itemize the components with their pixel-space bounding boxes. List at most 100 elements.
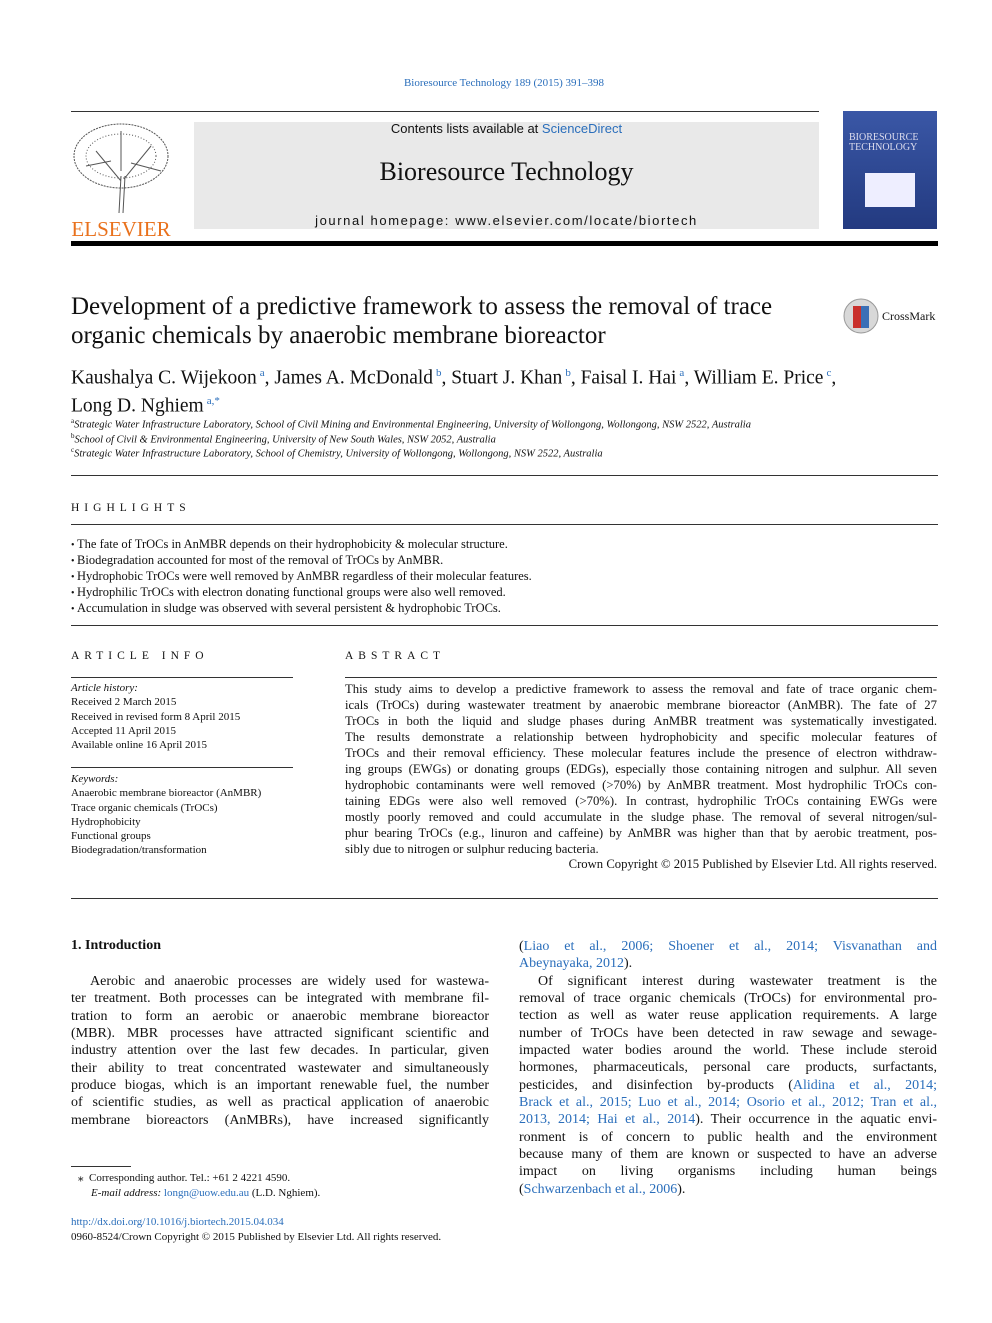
divider xyxy=(71,475,938,476)
abstract-body: This study aims to develop a predictive … xyxy=(345,682,937,873)
abstract-line: sibly due to nitrogen or sulphur reducin… xyxy=(345,841,599,856)
sciencedirect-link[interactable]: ScienceDirect xyxy=(542,121,622,136)
text-span: tection as well as water reuse applicati… xyxy=(519,1008,937,1024)
paragraph-line: pesticides, and disinfection by-products… xyxy=(519,1077,937,1094)
divider xyxy=(71,767,293,768)
text-span: removal of trace organic chemicals (TrOC… xyxy=(519,991,937,1007)
introduction-heading: 1. Introduction xyxy=(71,938,161,953)
keywords-label: Keywords: xyxy=(71,773,119,785)
author-name[interactable]: Kaushalya C. Wijekoon xyxy=(71,368,257,389)
citation-link[interactable]: Alidina et al., 2014; xyxy=(793,1078,937,1093)
history-label: Article history: xyxy=(71,682,138,694)
keyword: Biodegradation/transformation xyxy=(71,844,207,857)
author-affiliation-marker[interactable]: a xyxy=(260,367,265,379)
keywords: Keywords: Anaerobic membrane bioreactor (… xyxy=(71,772,261,858)
keyword: Trace organic chemicals (TrOCs) xyxy=(71,801,218,814)
paragraph-line: impacted water bodies around the world. … xyxy=(519,1042,937,1059)
cover-title: BIORESOURCE TECHNOLOGY xyxy=(849,132,919,153)
paragraph-line: Of significant interest during wastewate… xyxy=(519,973,937,990)
highlight-text: Biodegradation accounted for most of the… xyxy=(77,553,444,567)
divider xyxy=(71,524,938,525)
paragraph-line: ronment is of concern to public health a… xyxy=(519,1129,937,1146)
introduction-left-column: Aerobic and anaerobic processes are wide… xyxy=(71,973,489,1129)
abstract-line: The results demonstrate a relationship b… xyxy=(345,729,937,744)
paragraph-line: (MBR). MBR processes have attracted sign… xyxy=(71,1026,489,1042)
paragraph-line: tection as well as water reuse applicati… xyxy=(519,1007,937,1024)
paragraph-line: (Schwarzenbach et al., 2006). xyxy=(519,1181,937,1198)
issn-copyright: 0960-8524/Crown Copyright © 2015 Publish… xyxy=(71,1231,442,1243)
email-footnote: E-mail address: longn@uow.edu.au (L.D. N… xyxy=(91,1187,320,1199)
abstract-line: icals (TrOCs) during wastewater treatmen… xyxy=(345,697,937,712)
paragraph-line: hormones, pharmaceuticals, personal care… xyxy=(519,1059,937,1076)
citation-link[interactable]: Liao et al., 2006; Shoener et al., 2014;… xyxy=(524,939,937,954)
journal-reference-link[interactable]: Bioresource Technology 189 (2015) 391–39… xyxy=(404,77,604,89)
author-name[interactable]: James A. McDonald xyxy=(274,368,433,389)
author-name[interactable]: William E. Price xyxy=(694,368,824,389)
citation-link[interactable]: Brack et al., 2015; Luo et al., 2014; Os… xyxy=(519,1095,937,1110)
crossmark-button[interactable]: CrossMark xyxy=(843,298,935,334)
text-span: ronment is of concern to public health a… xyxy=(519,1129,937,1145)
highlight-text: The fate of TrOCs in AnMBR depends on th… xyxy=(77,537,508,551)
citation-link[interactable]: 2013, 2014; Hai et al., 2014 xyxy=(519,1112,695,1127)
journal-cover: BIORESOURCE TECHNOLOGY xyxy=(843,111,937,229)
contents-prefix: Contents lists available at xyxy=(390,121,542,136)
paragraph-line: because many of them are known or suspec… xyxy=(519,1146,937,1163)
email-link[interactable]: longn@uow.edu.au xyxy=(164,1187,249,1199)
citation-link[interactable]: Schwarzenbach et al., 2006 xyxy=(524,1182,678,1197)
history-entry: Received in revised form 8 April 2015 xyxy=(71,710,241,723)
introduction-right-column: (Liao et al., 2006; Shoener et al., 2014… xyxy=(519,938,937,1198)
author-name[interactable]: Faisal I. Hai xyxy=(581,368,677,389)
divider xyxy=(345,677,937,678)
divider xyxy=(71,111,819,112)
affiliation-text: School of Civil & Environmental Engineer… xyxy=(74,434,496,445)
highlights-heading: HIGHLIGHTS xyxy=(71,502,191,514)
journal-reference[interactable]: Bioresource Technology 189 (2015) 391–39… xyxy=(0,77,992,89)
author-affiliation-marker[interactable]: c xyxy=(826,367,831,379)
journal-homepage[interactable]: journal homepage: www.elsevier.com/locat… xyxy=(194,213,819,228)
affiliation: aStrategic Water Infrastructure Laborato… xyxy=(71,417,751,431)
highlight-item: • Biodegradation accounted for most of t… xyxy=(71,553,443,568)
email-label: E-mail address: xyxy=(91,1187,164,1199)
corresponding-text: Corresponding author. Tel.: +61 2 4221 4… xyxy=(89,1172,291,1184)
text-span: impacted water bodies around the world. … xyxy=(519,1043,937,1059)
citation-link[interactable]: Abeynayaka, 2012 xyxy=(519,956,624,971)
paragraph-line: membrane bioreactors (AnMBRs), have incr… xyxy=(71,1112,489,1128)
doi[interactable]: http://dx.doi.org/10.1016/j.biortech.201… xyxy=(71,1216,284,1228)
highlight-item: • Accumulation in sludge was observed wi… xyxy=(71,601,501,616)
author-affiliation-marker[interactable]: b xyxy=(565,367,571,379)
abstract-heading: ABSTRACT xyxy=(345,650,446,662)
highlight-item: • The fate of TrOCs in AnMBR depends on … xyxy=(71,537,508,552)
footnote-star: ⁎ xyxy=(78,1172,84,1184)
affiliation-text: Strategic Water Infrastructure Laborator… xyxy=(74,448,603,460)
highlight-text: Accumulation in sludge was observed with… xyxy=(77,601,501,615)
paragraph-line: industry attention over the last few dec… xyxy=(71,1043,489,1059)
author-name[interactable]: Stuart J. Khan xyxy=(451,368,562,389)
paragraph-line: their ability to treat concentrated wast… xyxy=(71,1060,489,1076)
affiliation: cStrategic Water Infrastructure Laborato… xyxy=(71,446,603,460)
elsevier-wordmark: ELSEVIER xyxy=(71,217,171,241)
email-suffix: (L.D. Nghiem). xyxy=(249,1187,321,1199)
author-list: Kaushalya C. Wijekoon a, James A. McDonal… xyxy=(71,367,837,416)
abstract-line: TrOCs in both the liquid and sludge phas… xyxy=(345,713,937,728)
paragraph-line: ter treatment. Both processes can be int… xyxy=(71,991,489,1007)
author-affiliation-marker[interactable]: b xyxy=(436,367,442,379)
doi-link[interactable]: http://dx.doi.org/10.1016/j.biortech.201… xyxy=(71,1216,284,1228)
divider xyxy=(71,898,938,899)
keyword: Hydrophobicity xyxy=(71,815,141,828)
paragraph-line: of scientific studies, as well as practi… xyxy=(71,1095,489,1111)
author-name[interactable]: Long D. Nghiem xyxy=(71,395,204,416)
history-entry: Accepted 11 April 2015 xyxy=(71,724,176,737)
paragraph-line: tration to form an aerobic or anaerobic … xyxy=(71,1008,489,1024)
crossmark-label: CrossMark xyxy=(882,308,936,323)
cover-image xyxy=(865,173,915,207)
abstract-copyright: Crown Copyright © 2015 Published by Else… xyxy=(568,857,937,872)
corresponding-footnote: ⁎ Corresponding author. Tel.: +61 2 4221… xyxy=(78,1171,290,1184)
paragraph-line: number of TrOCs have been detected in ra… xyxy=(519,1025,937,1042)
text-span: ). Their occurrence in the aquatic envi- xyxy=(695,1112,937,1128)
article-title: Development of a predictive framework to… xyxy=(71,293,773,349)
author-affiliation-marker[interactable]: a xyxy=(679,367,684,379)
paragraph-line: impact on living organisms including hum… xyxy=(519,1163,937,1180)
author-affiliation-marker[interactable]: a,* xyxy=(207,395,220,407)
text-span: number of TrOCs have been detected in ra… xyxy=(519,1025,937,1041)
elsevier-logo: ELSEVIER xyxy=(71,121,171,241)
